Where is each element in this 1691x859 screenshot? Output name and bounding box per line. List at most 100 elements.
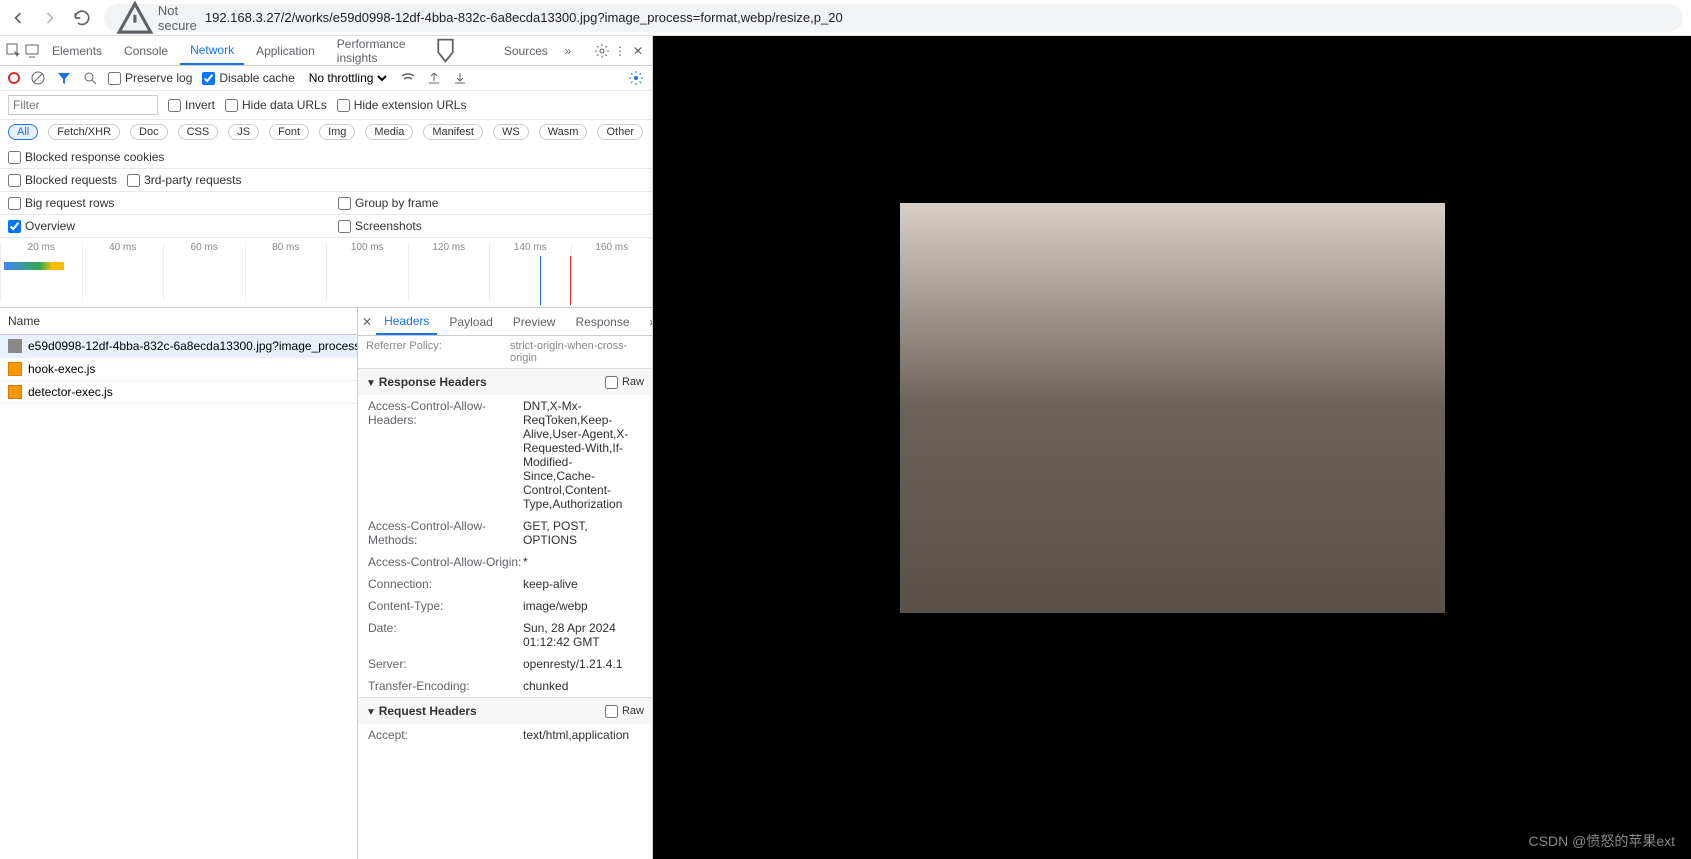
close-devtools-icon[interactable]: ✕	[630, 43, 646, 59]
header-key: Content-Type:	[368, 599, 523, 613]
tab-application[interactable]: Application	[246, 36, 325, 65]
tab-elements[interactable]: Elements	[42, 36, 112, 65]
filter-toggle-icon[interactable]	[56, 70, 72, 86]
tab-sources[interactable]: Sources	[494, 36, 558, 65]
request-item[interactable]: detector-exec.js	[0, 381, 357, 404]
tab-preview[interactable]: Preview	[505, 308, 564, 335]
inspect-icon[interactable]	[6, 43, 22, 59]
filter-js[interactable]: JS	[228, 124, 259, 140]
kebab-icon[interactable]: ⋮	[612, 43, 628, 59]
reload-button[interactable]	[72, 8, 92, 28]
address-bar[interactable]: Not secure 192.168.3.27/2/works/e59d0998…	[104, 4, 1683, 32]
request-name: hook-exec.js	[28, 362, 95, 376]
header-value: GET, POST, OPTIONS	[523, 519, 642, 547]
filter-ws[interactable]: WS	[493, 124, 529, 140]
header-key: Server:	[368, 657, 523, 671]
filter-manifest[interactable]: Manifest	[423, 124, 483, 140]
tab-console[interactable]: Console	[114, 36, 178, 65]
upload-icon[interactable]	[426, 70, 442, 86]
more-detail-tabs[interactable]: »	[642, 308, 652, 335]
settings-icon[interactable]	[594, 43, 610, 59]
screenshots-checkbox[interactable]: Screenshots	[338, 219, 422, 233]
header-key: Transfer-Encoding:	[368, 679, 523, 693]
throttling-select[interactable]: No throttling	[305, 70, 390, 86]
header-row: Server:openresty/1.21.4.1	[358, 653, 652, 675]
header-row: Accept: text/html,application	[358, 724, 652, 746]
clear-icon[interactable]	[30, 70, 46, 86]
network-settings-icon[interactable]	[628, 70, 644, 86]
request-item[interactable]: e59d0998-12df-4bba-832c-6a8ecda13300.jpg…	[0, 335, 357, 358]
header-key: Access-Control-Allow-Methods:	[368, 519, 523, 547]
filter-doc[interactable]: Doc	[130, 124, 168, 140]
domcontent-line	[540, 256, 541, 305]
hide-ext-urls-checkbox[interactable]: Hide extension URLs	[337, 98, 467, 112]
tab-headers[interactable]: Headers	[376, 308, 437, 335]
detail-body[interactable]: Referrer Policy: strict-origin-when-cros…	[358, 336, 652, 859]
header-key: Accept:	[368, 728, 523, 742]
raw-checkbox[interactable]: Raw	[605, 705, 644, 718]
header-value: DNT,X-Mx-ReqToken,Keep-Alive,User-Agent,…	[523, 399, 642, 511]
more-tabs-icon[interactable]: »	[560, 43, 576, 59]
header-value: image/webp	[523, 599, 642, 613]
header-row: Transfer-Encoding:chunked	[358, 675, 652, 697]
tick: 120 ms	[408, 242, 490, 302]
blocked-requests-checkbox[interactable]: Blocked requests	[8, 173, 117, 187]
search-icon[interactable]	[82, 70, 98, 86]
request-headers-section[interactable]: Request Headers Raw	[358, 697, 652, 724]
filter-input[interactable]	[8, 95, 158, 115]
devtools-panel: Elements Console Network Application Per…	[0, 36, 653, 859]
header-value: openresty/1.21.4.1	[523, 657, 642, 671]
name-column-header[interactable]: Name	[0, 308, 357, 335]
tick: 40 ms	[82, 242, 164, 302]
download-icon[interactable]	[452, 70, 468, 86]
preserve-log-checkbox[interactable]: Preserve log	[108, 71, 192, 85]
detail-tabs: ✕ Headers Payload Preview Response »	[358, 308, 652, 336]
tab-payload[interactable]: Payload	[441, 308, 500, 335]
filter-all[interactable]: All	[8, 124, 38, 140]
tick: 20 ms	[0, 242, 82, 302]
tab-performance[interactable]: Performance insights	[327, 36, 492, 65]
filter-fetch[interactable]: Fetch/XHR	[48, 124, 120, 140]
header-row: Access-Control-Allow-Methods:GET, POST, …	[358, 515, 652, 551]
filter-wasm[interactable]: Wasm	[539, 124, 588, 140]
hide-data-urls-checkbox[interactable]: Hide data URLs	[225, 98, 327, 112]
device-icon[interactable]	[24, 43, 40, 59]
back-button[interactable]	[8, 8, 28, 28]
header-row: Connection:keep-alive	[358, 573, 652, 595]
header-key: Connection:	[368, 577, 523, 591]
request-name: detector-exec.js	[28, 385, 113, 399]
filter-media[interactable]: Media	[365, 124, 413, 140]
tick: 160 ms	[571, 242, 653, 302]
view-options-row2: Overview Screenshots	[0, 215, 652, 238]
header-row: Date:Sun, 28 Apr 2024 01:12:42 GMT	[358, 617, 652, 653]
raw-checkbox[interactable]: Raw	[605, 376, 644, 389]
blocked-cookies-checkbox[interactable]: Blocked response cookies	[8, 150, 164, 164]
group-frame-checkbox[interactable]: Group by frame	[338, 196, 438, 210]
overview-checkbox[interactable]: Overview	[8, 219, 328, 233]
big-rows-checkbox[interactable]: Big request rows	[8, 196, 328, 210]
tick: 100 ms	[326, 242, 408, 302]
tab-response[interactable]: Response	[567, 308, 637, 335]
response-headers-section[interactable]: Response Headers Raw	[358, 368, 652, 395]
disable-cache-checkbox[interactable]: Disable cache	[202, 71, 294, 85]
tab-network[interactable]: Network	[180, 36, 244, 65]
filter-font[interactable]: Font	[269, 124, 309, 140]
filter-css[interactable]: CSS	[178, 124, 219, 140]
third-party-checkbox[interactable]: 3rd-party requests	[127, 173, 241, 187]
filter-other[interactable]: Other	[597, 124, 643, 140]
header-value: chunked	[523, 679, 642, 693]
invert-checkbox[interactable]: Invert	[168, 98, 215, 112]
filter-img[interactable]: Img	[319, 124, 355, 140]
not-secure-badge: Not secure	[116, 0, 197, 36]
request-item[interactable]: hook-exec.js	[0, 358, 357, 381]
header-value: *	[523, 555, 642, 569]
request-name: e59d0998-12df-4bba-832c-6a8ecda13300.jpg…	[28, 339, 357, 353]
displayed-image	[900, 203, 1445, 613]
wifi-icon[interactable]	[400, 70, 416, 86]
close-detail-icon[interactable]: ✕	[362, 315, 372, 329]
record-button[interactable]	[8, 72, 20, 84]
forward-button[interactable]	[40, 8, 60, 28]
load-line	[570, 256, 571, 305]
js-icon	[8, 385, 22, 399]
waterfall-overview[interactable]: 20 ms 40 ms 60 ms 80 ms 100 ms 120 ms 14…	[0, 238, 652, 308]
